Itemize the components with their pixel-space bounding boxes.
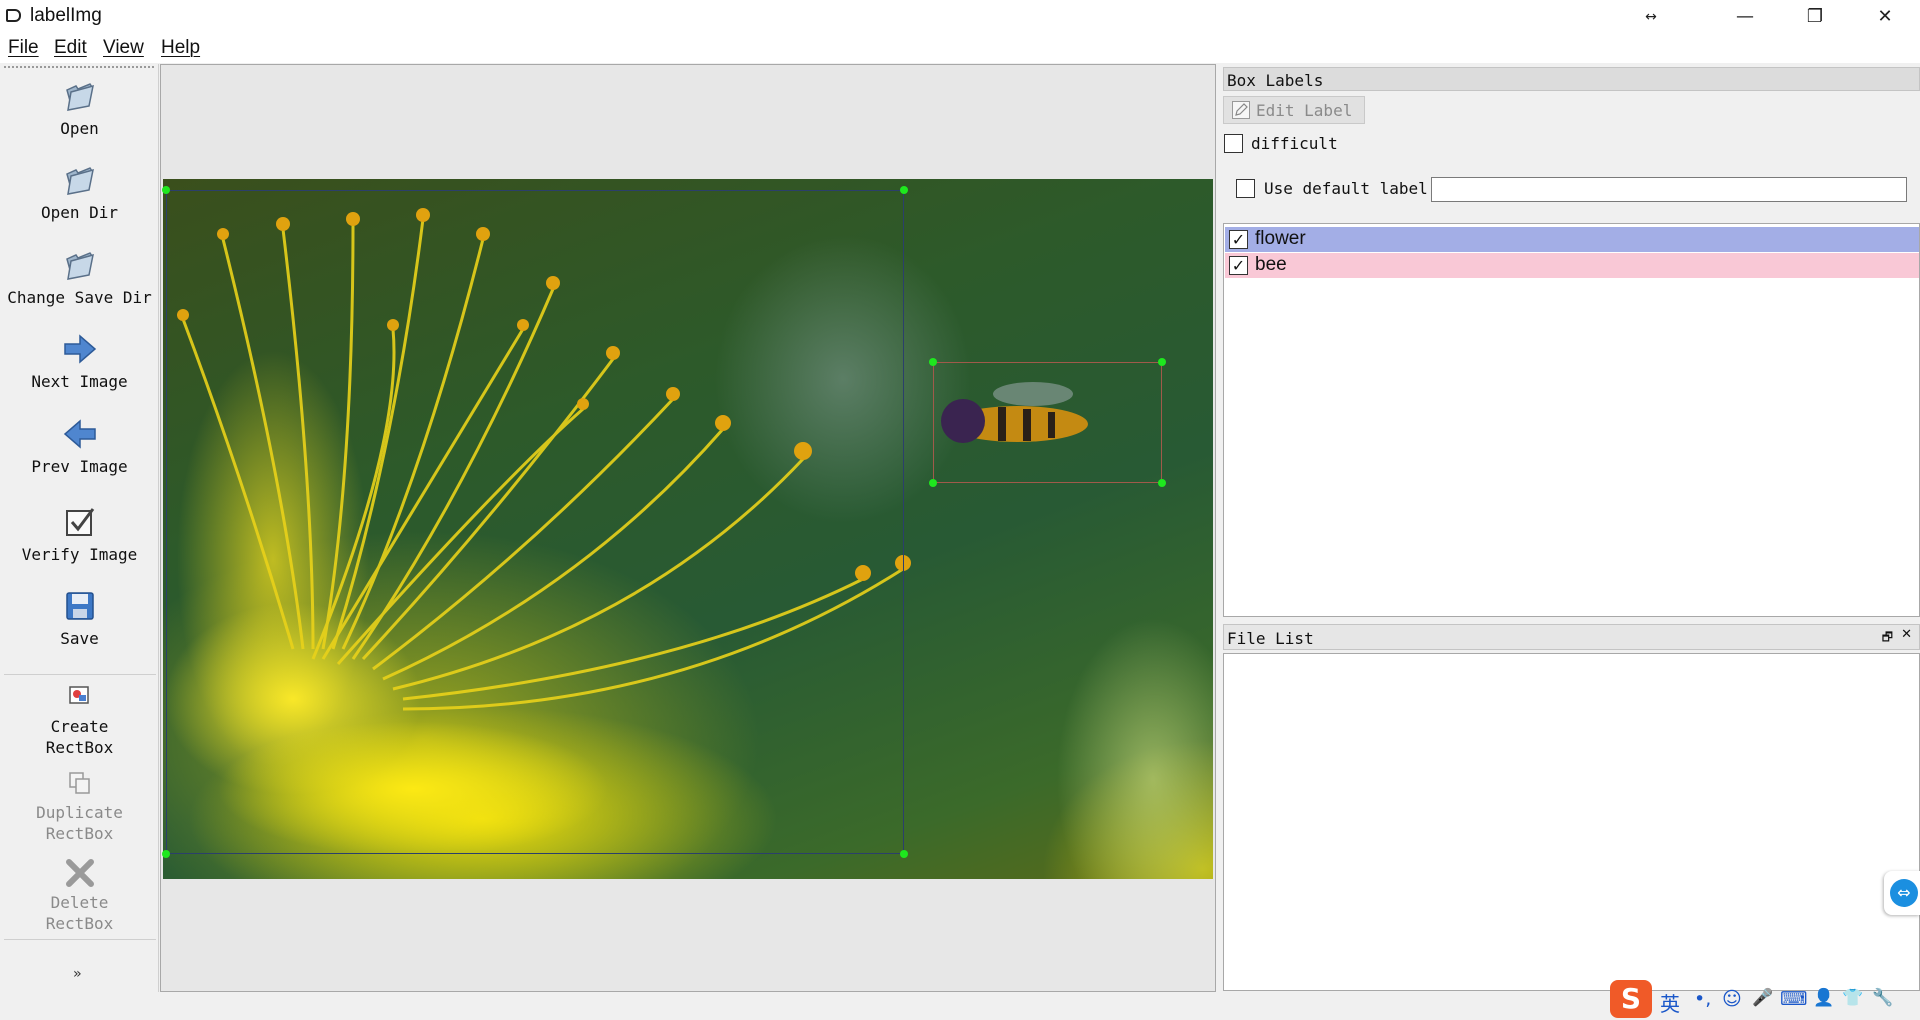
toolbar-separator <box>4 939 156 940</box>
flower-bounding-box[interactable] <box>166 190 904 854</box>
menu-file[interactable]: File <box>8 37 39 59</box>
maximize-button[interactable]: ❐ <box>1780 0 1850 33</box>
keyboard-icon[interactable]: ⌨ <box>1780 988 1807 1010</box>
arrow-left-icon <box>63 419 96 449</box>
open-dir-label: Open Dir <box>40 203 119 222</box>
microphone-icon[interactable]: 🎤 <box>1752 988 1773 1008</box>
image-canvas[interactable] <box>160 64 1216 992</box>
duplicate-rectbox-button[interactable]: Duplicate RectBox <box>0 770 159 844</box>
folder-open-icon <box>65 252 94 280</box>
app-icon <box>6 9 21 22</box>
floppy-disk-icon <box>65 592 94 620</box>
difficult-label: difficult <box>1251 134 1338 153</box>
next-image-label: Next Image <box>31 372 128 391</box>
folder-open-icon <box>65 83 94 111</box>
open-button[interactable]: Open <box>0 78 159 139</box>
prev-image-button[interactable]: Prev Image <box>0 416 159 477</box>
change-save-dir-button[interactable]: Change Save Dir <box>0 247 159 308</box>
next-image-button[interactable]: Next Image <box>0 331 159 392</box>
create-rectbox-label-1: Create <box>50 717 109 736</box>
label-item-text: bee <box>1255 254 1287 275</box>
ime-language-toggle[interactable]: 英 <box>1660 988 1680 1017</box>
create-rectbox-button[interactable]: Create RectBox <box>0 684 159 758</box>
label-visibility-checkbox[interactable]: ✓ <box>1229 256 1248 275</box>
delete-x-icon <box>65 859 94 887</box>
box-corner-handle[interactable] <box>162 186 170 194</box>
verify-image-button[interactable]: Verify Image <box>0 504 159 565</box>
change-save-dir-label: Change Save Dir <box>7 288 152 307</box>
toolbar-grip[interactable] <box>4 66 154 69</box>
menu-view[interactable]: View <box>103 37 144 59</box>
label-item-bee[interactable]: ✓ bee <box>1225 253 1919 278</box>
edit-label-button[interactable]: Edit Label <box>1223 96 1365 124</box>
delete-rectbox-label-1: Delete <box>50 893 109 912</box>
delete-rectbox-label-2: RectBox <box>45 914 114 933</box>
title-bar: labelImg ↔ — ❐ ✕ <box>0 0 1920 33</box>
skin-shirt-icon[interactable]: 👕 <box>1842 988 1863 1008</box>
delete-rectbox-button[interactable]: Delete RectBox <box>0 856 159 934</box>
close-button[interactable]: ✕ <box>1850 0 1920 33</box>
arrow-right-icon <box>63 334 96 364</box>
double-arrow-icon: ⇔ <box>1890 879 1918 907</box>
open-dir-button[interactable]: Open Dir <box>0 162 159 223</box>
box-corner-handle[interactable] <box>900 850 908 858</box>
edit-label-text: Edit Label <box>1256 101 1353 120</box>
duplicate-rectbox-label-1: Duplicate <box>36 803 123 822</box>
box-corner-handle[interactable] <box>929 358 937 366</box>
create-rectbox-label-2: RectBox <box>45 738 114 757</box>
sogou-logo-icon[interactable]: S <box>1610 980 1652 1018</box>
window-title: labelImg <box>30 5 102 26</box>
bee-bounding-box[interactable] <box>933 362 1162 483</box>
file-list-dock-title: File List 🗗 ✕ <box>1223 624 1920 650</box>
tools-wrench-icon[interactable]: 🔧 <box>1872 988 1893 1008</box>
toolbar-separator <box>4 674 156 675</box>
label-item-flower[interactable]: ✓ flower <box>1225 227 1919 252</box>
side-float-widget[interactable]: ⇔ <box>1884 871 1920 915</box>
prev-image-label: Prev Image <box>31 457 128 476</box>
box-corner-handle[interactable] <box>1158 358 1166 366</box>
file-list[interactable] <box>1223 653 1920 991</box>
box-corner-handle[interactable] <box>1158 479 1166 487</box>
default-label-input[interactable] <box>1431 177 1907 202</box>
use-default-label-checkbox[interactable] <box>1236 179 1255 198</box>
menu-edit[interactable]: Edit <box>54 37 87 59</box>
user-icon[interactable]: 👤 <box>1813 988 1834 1008</box>
punctuation-icon[interactable]: •, <box>1694 988 1711 1010</box>
minimize-button[interactable]: — <box>1710 0 1780 33</box>
folder-open-icon <box>65 167 94 195</box>
verify-image-label: Verify Image <box>21 545 138 564</box>
file-list-title: File List <box>1227 629 1314 648</box>
copy-icon <box>68 772 90 794</box>
difficult-checkbox[interactable] <box>1224 134 1243 153</box>
ime-toolbar: S 英 •, ☺ 🎤 ⌨ 👤 👕 🔧 <box>1610 980 1920 1020</box>
label-visibility-checkbox[interactable]: ✓ <box>1229 230 1248 249</box>
menu-help[interactable]: Help <box>161 37 200 59</box>
save-button[interactable]: Save <box>0 588 159 649</box>
emoji-icon[interactable]: ☺ <box>1722 988 1742 1010</box>
menu-bar: File Edit View Help <box>0 33 1920 63</box>
float-dock-icon[interactable]: 🗗 <box>1882 628 1893 649</box>
duplicate-rectbox-label-2: RectBox <box>45 824 114 843</box>
box-corner-handle[interactable] <box>162 850 170 858</box>
box-labels-dock-title: Box Labels <box>1223 67 1920 91</box>
label-item-text: flower <box>1255 228 1306 249</box>
create-rect-icon <box>68 686 89 704</box>
left-toolbar: Open Open Dir Change Save Dir Next Image… <box>0 64 159 992</box>
close-dock-icon[interactable]: ✕ <box>1901 627 1912 642</box>
save-label: Save <box>60 629 99 648</box>
edit-pencil-icon <box>1232 101 1250 119</box>
resize-arrows-icon[interactable]: ↔ <box>1616 0 1686 33</box>
use-default-label-text: Use default label <box>1264 179 1428 198</box>
box-corner-handle[interactable] <box>900 186 908 194</box>
box-corner-handle[interactable] <box>929 479 937 487</box>
checkbox-icon <box>65 508 94 536</box>
toolbar-overflow-icon[interactable]: » <box>73 966 81 982</box>
open-label: Open <box>60 119 99 138</box>
label-list: ✓ flower ✓ bee <box>1223 223 1920 617</box>
